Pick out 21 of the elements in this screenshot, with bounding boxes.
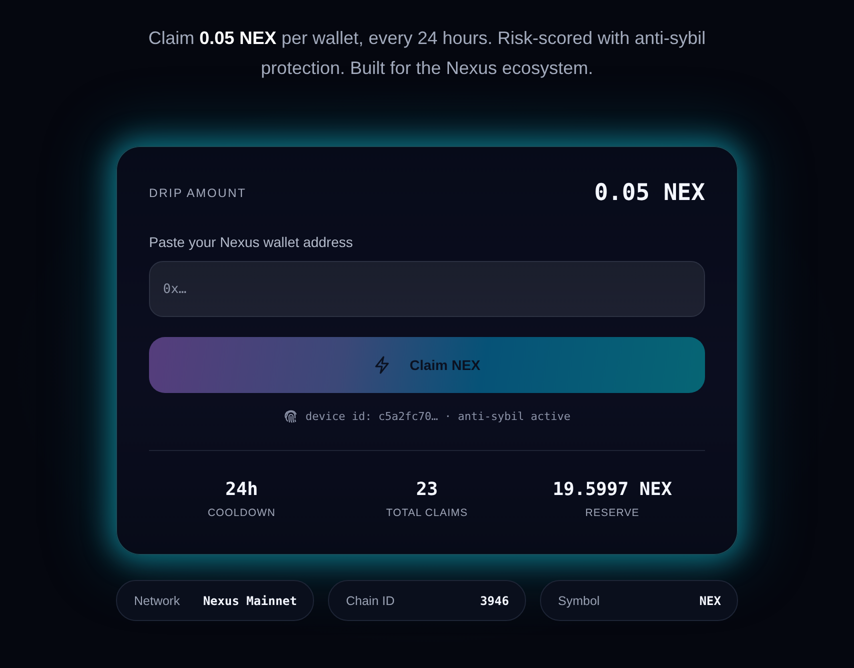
stat-label: TOTAL CLAIMS — [386, 507, 468, 519]
stat-value: 19.5997 NEX — [552, 479, 672, 501]
drip-amount-value: 0.05 NEX — [594, 180, 705, 206]
info-value: 3946 — [480, 594, 509, 608]
claim-button[interactable]: Claim NEX — [149, 337, 705, 393]
info-value: Nexus Mainnet — [203, 594, 297, 608]
stat-value: 24h — [225, 479, 258, 501]
intro-paragraph: Claim 0.05 NEX per wallet, every 24 hours. Risk-scored with anti-sybil protection. Built for the Nexus ecosystem. — [147, 27, 707, 80]
lightning-icon — [374, 356, 390, 374]
stat-label: RESERVE — [585, 507, 640, 519]
drip-amount-label: DRIP AMOUNT — [149, 186, 246, 200]
stat-label: COOLDOWN — [208, 507, 276, 519]
device-id-note: device id: c5a2fc70… · anti-sybil active — [306, 410, 570, 422]
address-label: Paste your Nexus wallet address — [149, 234, 354, 250]
fingerprint-icon — [284, 409, 298, 423]
info-label: Chain ID — [346, 594, 395, 608]
info-value: NEX — [699, 594, 721, 608]
info-label: Symbol — [558, 594, 600, 608]
info-label: Network — [134, 594, 180, 608]
stat-value: 23 — [416, 479, 438, 501]
address-input-field[interactable]: 0x… — [149, 261, 705, 317]
